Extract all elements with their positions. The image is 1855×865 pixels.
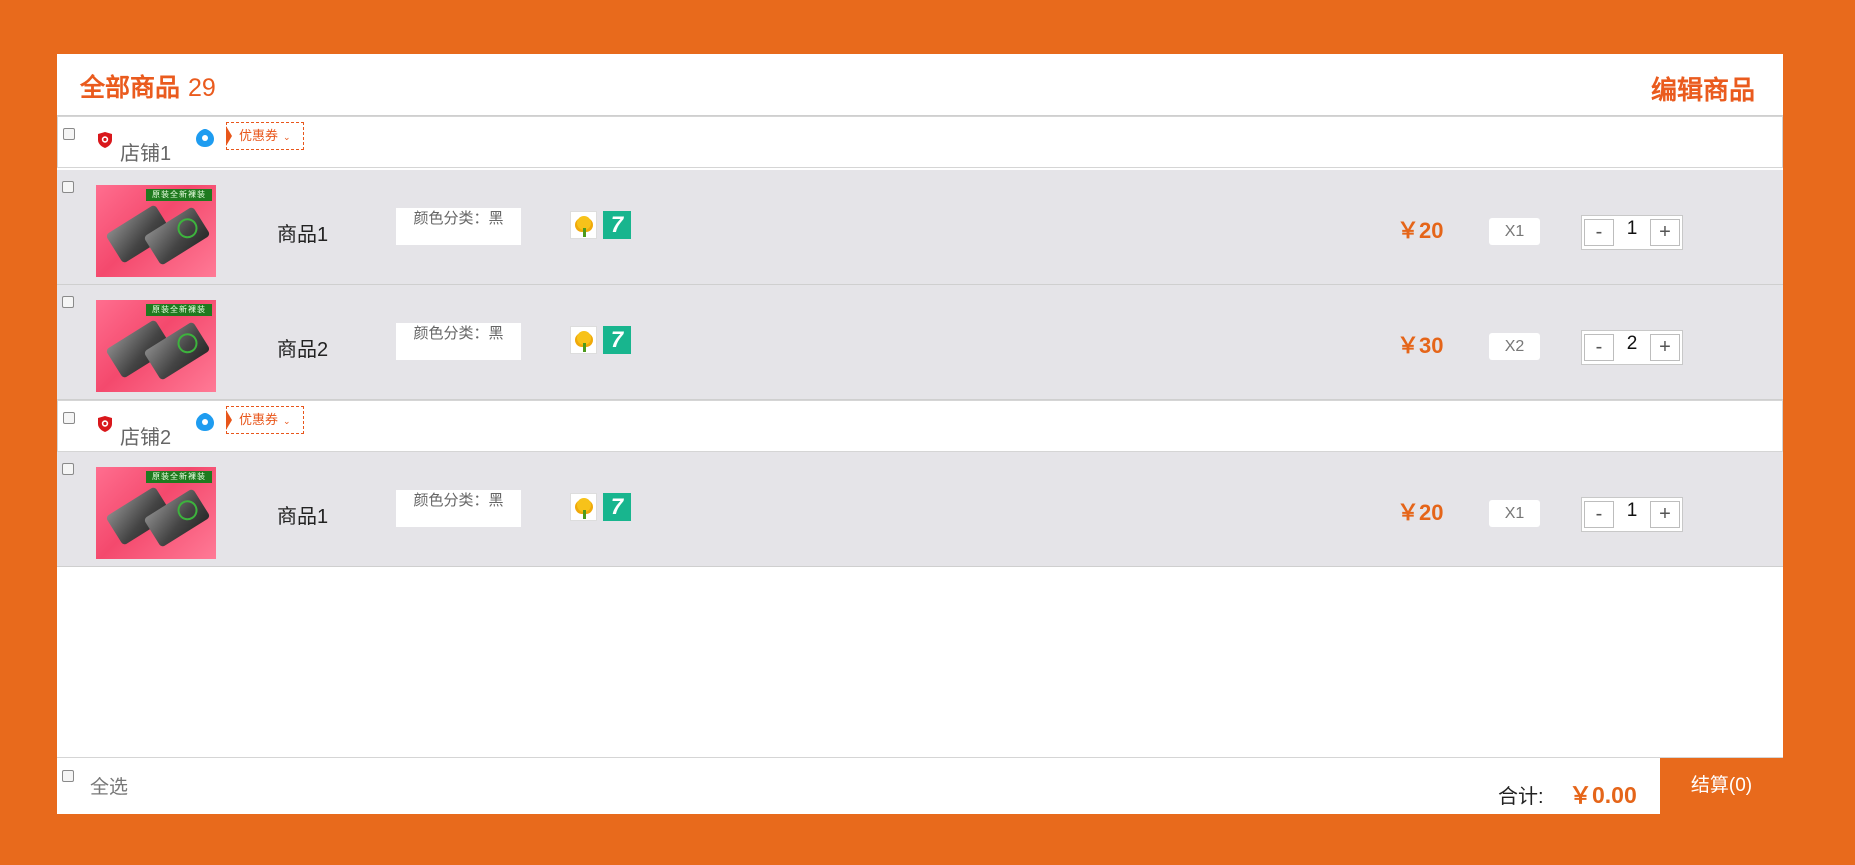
- item-name[interactable]: 商品2: [277, 333, 328, 362]
- item-spec[interactable]: 颜色分类：黑: [396, 323, 521, 360]
- cart-panel: 全部商品29 编辑商品 店铺1 优惠券 ⌄ 原装全新裸装 商品1 颜色分类：黑: [57, 54, 1783, 814]
- shop-header-2: 店铺2 优惠券 ⌄: [57, 400, 1783, 452]
- product-image-banner: 原装全新裸装: [146, 304, 212, 316]
- coupon-flag-icon: [226, 410, 232, 430]
- all-goods-label: 全部商品: [80, 74, 181, 102]
- chevron-down-icon: ⌄: [283, 132, 291, 142]
- quantity-input[interactable]: 1: [1620, 216, 1644, 246]
- quantity-input[interactable]: 2: [1620, 331, 1644, 361]
- shop-name[interactable]: 店铺1: [120, 137, 171, 166]
- coupon-dropdown[interactable]: 优惠券 ⌄: [226, 406, 304, 434]
- quantity-stepper: - 2 +: [1581, 330, 1683, 365]
- item-name[interactable]: 商品1: [277, 218, 328, 247]
- seven-badge-icon: 7: [603, 211, 631, 239]
- coupon-label: 优惠券: [239, 128, 279, 143]
- coupon-label: 优惠券: [239, 412, 279, 427]
- select-all-checkbox[interactable]: [62, 770, 74, 782]
- item-quantity-tag: X2: [1489, 333, 1540, 360]
- product-image-banner: 原装全新裸装: [146, 189, 212, 201]
- flower-badge-icon: [570, 493, 597, 521]
- quantity-stepper: - 1 +: [1581, 215, 1683, 250]
- item-checkbox[interactable]: [62, 463, 74, 475]
- shield-icon: [98, 132, 112, 148]
- shop-checkbox[interactable]: [63, 412, 75, 424]
- increment-button[interactable]: +: [1650, 219, 1680, 246]
- drop-icon: [196, 413, 214, 431]
- seven-badge-icon: 7: [603, 493, 631, 521]
- edit-goods-button[interactable]: 编辑商品: [1651, 70, 1755, 107]
- coupon-flag-icon: [226, 126, 232, 146]
- item-checkbox[interactable]: [62, 296, 74, 308]
- product-image[interactable]: 原装全新裸装: [96, 467, 216, 559]
- quantity-stepper: - 1 +: [1581, 497, 1683, 532]
- chevron-down-icon: ⌄: [283, 416, 291, 426]
- flower-badge-icon: [570, 211, 597, 239]
- all-goods-count: 29: [188, 74, 216, 102]
- item-price: ￥20: [1397, 218, 1444, 243]
- item-quantity-tag: X1: [1489, 218, 1540, 245]
- cart-header: 全部商品 29 编辑商品: [57, 54, 1783, 116]
- item-checkbox[interactable]: [62, 181, 74, 193]
- drop-icon: [196, 129, 214, 147]
- flower-badge-icon: [570, 326, 597, 354]
- cart-footer: 全选 合计: ￥0.00 结算(0): [57, 757, 1783, 814]
- seven-badge-icon: 7: [603, 326, 631, 354]
- product-image-banner: 原装全新裸装: [146, 471, 212, 483]
- shop-checkbox[interactable]: [63, 128, 75, 140]
- decrement-button[interactable]: -: [1584, 501, 1614, 528]
- quantity-input[interactable]: 1: [1620, 498, 1644, 528]
- total-label: 合计:: [1498, 786, 1544, 808]
- coupon-dropdown[interactable]: 优惠券 ⌄: [226, 122, 304, 150]
- item-spec[interactable]: 颜色分类：黑: [396, 490, 521, 527]
- select-all-label[interactable]: 全选: [90, 772, 128, 799]
- increment-button[interactable]: +: [1650, 334, 1680, 361]
- shop-name[interactable]: 店铺2: [120, 421, 171, 450]
- cart-item: 原装全新裸装 商品1 颜色分类：黑 7 ￥20 X1 - 1 +: [57, 452, 1783, 567]
- item-quantity-tag: X1: [1489, 500, 1540, 527]
- item-name[interactable]: 商品1: [277, 500, 328, 529]
- all-goods-title: 全部商品 29: [80, 68, 216, 104]
- decrement-button[interactable]: -: [1584, 219, 1614, 246]
- decrement-button[interactable]: -: [1584, 334, 1614, 361]
- cart-item: 原装全新裸装 商品1 颜色分类：黑 7 ￥20 X1 - 1 +: [57, 170, 1783, 285]
- total-value: ￥0.00: [1569, 782, 1637, 808]
- cart-item: 原装全新裸装 商品2 颜色分类：黑 7 ￥30 X2 - 2 +: [57, 285, 1783, 400]
- item-price: ￥30: [1397, 333, 1444, 358]
- product-image[interactable]: 原装全新裸装: [96, 300, 216, 392]
- checkout-button[interactable]: 结算(0): [1660, 758, 1783, 814]
- increment-button[interactable]: +: [1650, 501, 1680, 528]
- item-price: ￥20: [1397, 500, 1444, 525]
- product-image[interactable]: 原装全新裸装: [96, 185, 216, 277]
- shield-icon: [98, 416, 112, 432]
- shop-header-1: 店铺1 优惠券 ⌄: [57, 116, 1783, 168]
- item-spec[interactable]: 颜色分类：黑: [396, 208, 521, 245]
